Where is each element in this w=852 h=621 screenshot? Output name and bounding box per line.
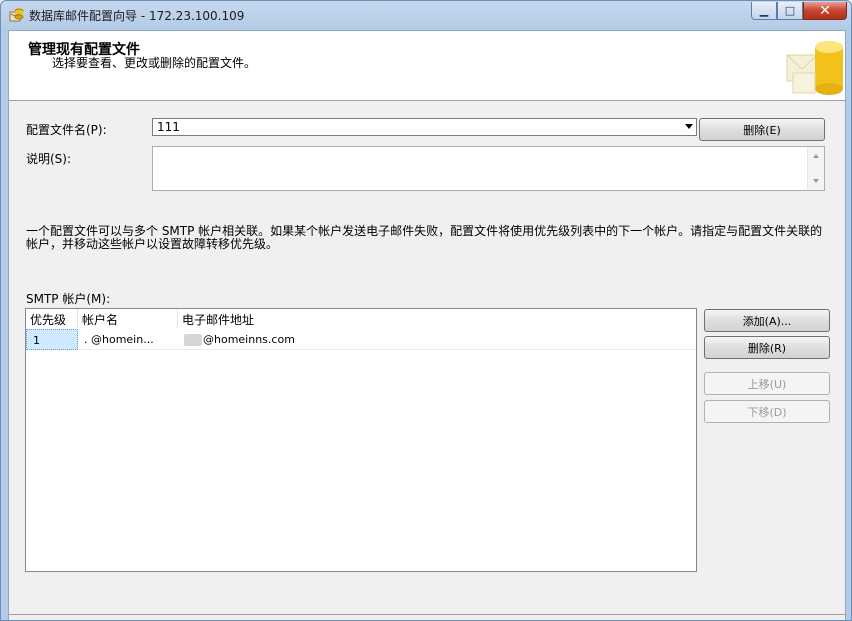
description-textarea[interactable] [152,146,825,191]
wizard-client-area: 管理现有配置文件 选择要查看、更改或删除的配置文件。 配置文件名(P): 111… [8,30,846,620]
smtp-accounts-list[interactable]: 优先级 帐户名 电子邮件地址 1 . @homein... @homeinns.… [25,308,697,572]
remove-account-button[interactable]: 删除(R) [704,336,830,359]
maximize-button[interactable]: □ [777,2,803,20]
table-row[interactable]: 1 . @homein... @homeinns.com [26,329,696,350]
footer-divider [9,614,845,615]
move-up-button[interactable]: 上移(U) [704,372,830,395]
database-mail-logo-icon [786,41,843,95]
title-bar[interactable]: 数据库邮件配置向导 - 172.23.100.109 ▁ □ ✕ [1,1,851,29]
move-down-button[interactable]: 下移(D) [704,400,830,423]
description-label: 说明(S): [26,152,72,166]
add-account-button[interactable]: 添加(A)... [704,309,830,332]
scroll-down-icon[interactable] [813,179,819,183]
profile-name-combobox[interactable]: 111 [152,118,697,136]
column-header-priority[interactable]: 优先级 [26,309,78,328]
smtp-accounts-label: SMTP 帐户(M): [26,292,111,306]
wizard-header: 管理现有配置文件 选择要查看、更改或删除的配置文件。 [9,31,845,101]
description-scrollbar[interactable] [807,147,824,190]
cell-priority[interactable]: 1 [26,329,78,350]
wizard-window: 数据库邮件配置向导 - 172.23.100.109 ▁ □ ✕ 管理现有配置文… [0,0,852,621]
scroll-up-icon[interactable] [813,154,819,158]
column-header-email[interactable]: 电子邮件地址 [178,309,696,328]
minimize-button[interactable]: ▁ [751,2,777,20]
close-button[interactable]: ✕ [803,2,847,20]
failover-info-text: 一个配置文件可以与多个 SMTP 帐户相关联。如果某个帐户发送电子邮件失败，配置… [26,224,823,251]
database-mail-app-icon [9,8,24,22]
cell-email: @homeinns.com [178,329,478,350]
list-header: 优先级 帐户名 电子邮件地址 [26,309,696,328]
window-title: 数据库邮件配置向导 - 172.23.100.109 [29,9,245,23]
column-header-account[interactable]: 帐户名 [78,309,178,328]
profile-name-label: 配置文件名(P): [26,123,107,137]
delete-profile-button[interactable]: 删除(E) [699,118,825,141]
caption-buttons: ▁ □ ✕ [751,2,847,22]
cell-account: . @homein... [84,333,154,346]
profile-name-value: 111 [157,120,180,134]
page-subtitle: 选择要查看、更改或删除的配置文件。 [52,56,257,70]
chevron-down-icon[interactable] [685,124,693,129]
cell-email-text: @homeinns.com [203,333,295,346]
redacted-mark [184,334,202,346]
